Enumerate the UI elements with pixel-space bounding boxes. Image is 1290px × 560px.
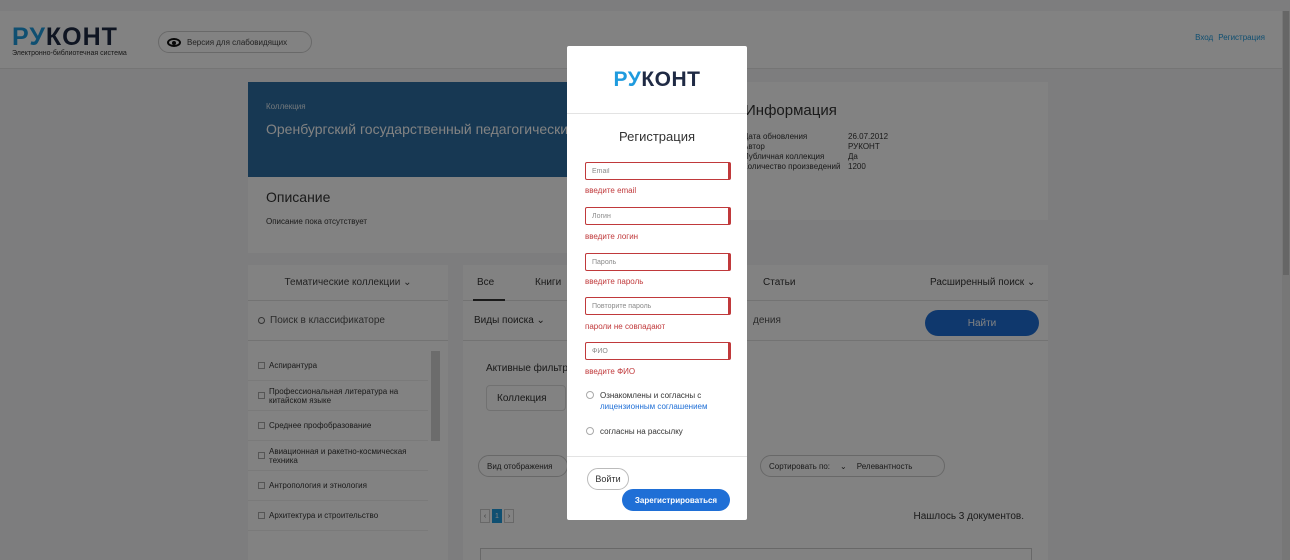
divider bbox=[567, 456, 747, 457]
password-repeat-field[interactable] bbox=[585, 297, 731, 315]
fio-field[interactable] bbox=[585, 342, 731, 360]
newsletter-text: согласны на рассылку bbox=[600, 427, 683, 436]
password-error: введите пароль bbox=[585, 277, 644, 286]
radio-icon[interactable] bbox=[586, 427, 594, 435]
modal-title: Регистрация bbox=[619, 129, 695, 144]
fio-error: введите ФИО bbox=[585, 367, 636, 376]
login-error: введите логин bbox=[585, 232, 639, 241]
login-button[interactable]: Войти bbox=[587, 468, 629, 490]
registration-modal: РУКОНТ Регистрация введите email введите… bbox=[567, 46, 747, 520]
email-error: введите email bbox=[585, 186, 637, 195]
newsletter-checkbox[interactable]: согласны на рассылку bbox=[586, 426, 736, 437]
radio-icon[interactable] bbox=[586, 391, 594, 399]
agree-checkbox[interactable]: Ознакомлены и согласны с лицензионным сог… bbox=[586, 390, 736, 412]
register-button[interactable]: Зарегистрироваться bbox=[622, 489, 730, 511]
modal-logo: РУКОНТ bbox=[613, 68, 701, 91]
password-repeat-error: пароли не совпадают bbox=[585, 322, 666, 331]
agree-text: Ознакомлены и согласны с bbox=[600, 391, 702, 400]
license-link[interactable]: лицензионным соглашением bbox=[600, 402, 708, 411]
login-field[interactable] bbox=[585, 207, 731, 225]
email-field[interactable] bbox=[585, 162, 731, 180]
divider bbox=[567, 113, 747, 114]
password-field[interactable] bbox=[585, 253, 731, 271]
